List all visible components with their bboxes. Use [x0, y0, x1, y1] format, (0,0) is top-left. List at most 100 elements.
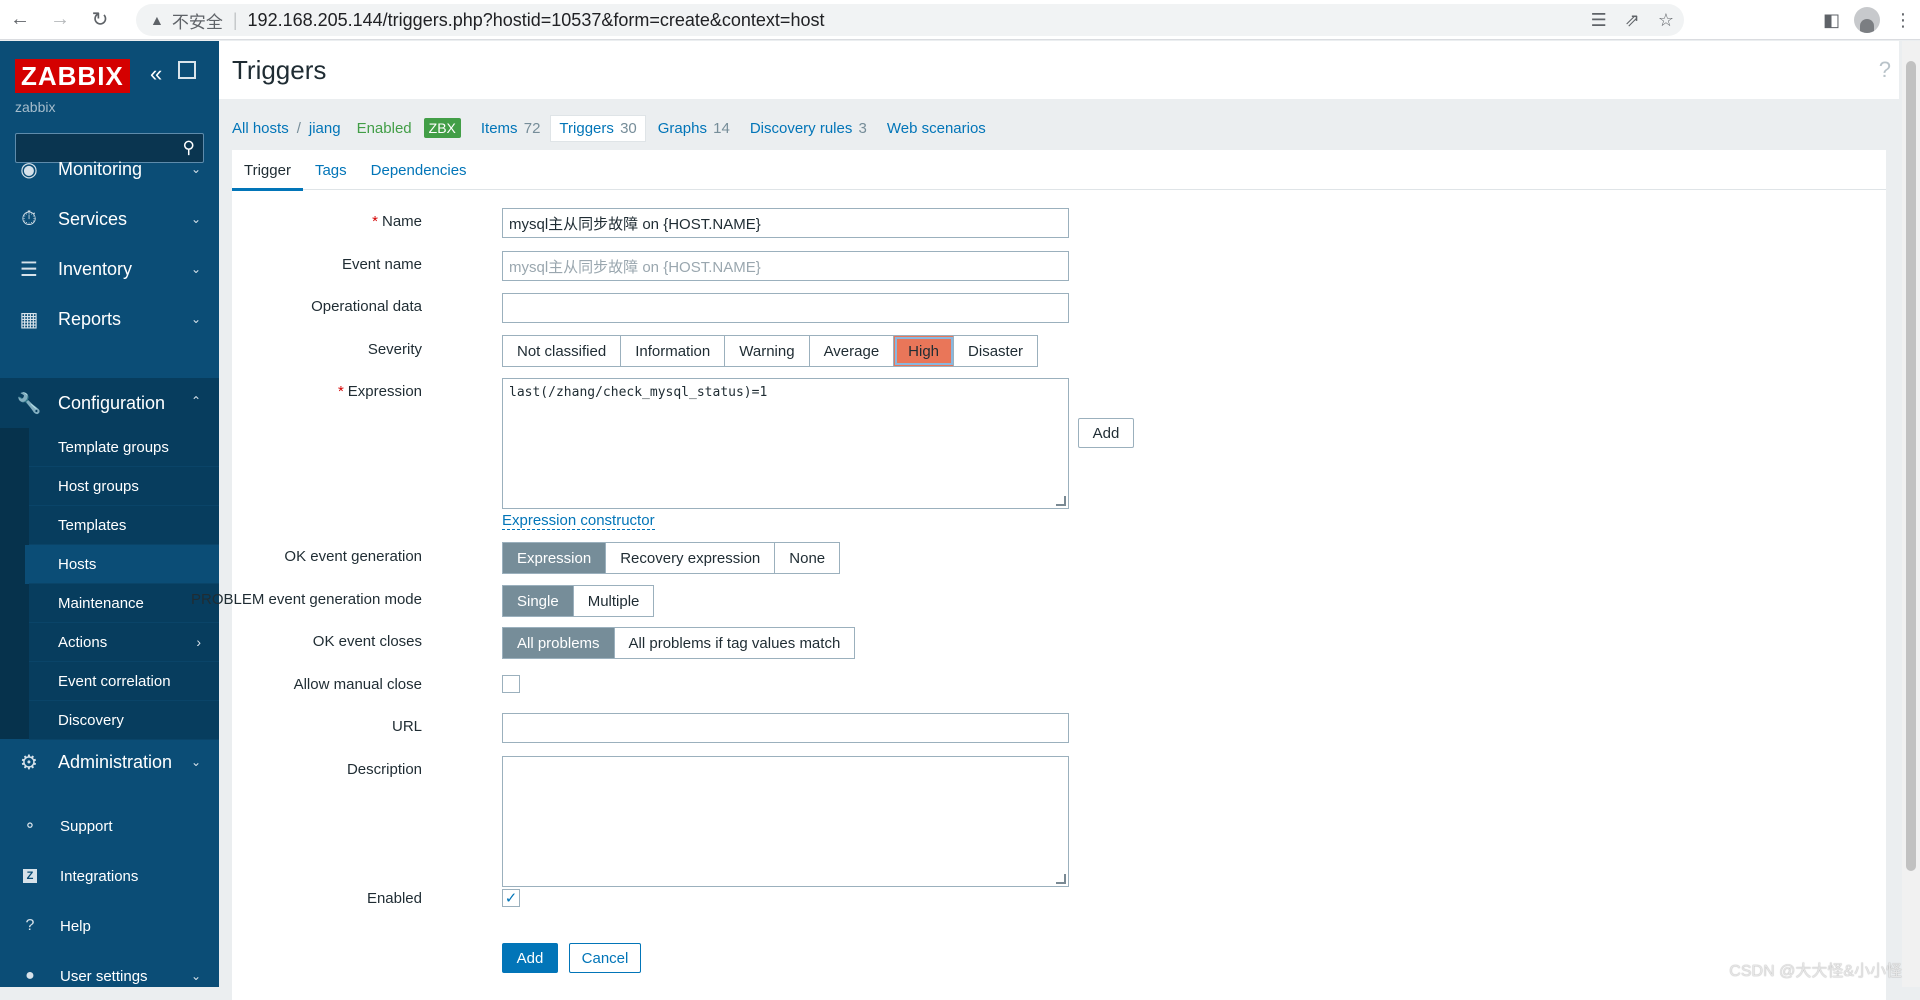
menu-administration[interactable]: ⚙ Administration ⌄	[0, 737, 219, 787]
eye-icon: ◉	[16, 157, 42, 182]
url-input[interactable]	[502, 713, 1069, 743]
host-status[interactable]: Enabled	[357, 120, 412, 137]
footer-support[interactable]: ⚬ Support	[0, 806, 219, 846]
problem-mode-single[interactable]: Single	[503, 586, 574, 616]
back-icon[interactable]: ←	[0, 0, 40, 40]
url-text[interactable]: 192.168.205.144/triggers.php?hostid=1053…	[248, 10, 825, 31]
submenu-label: Actions	[58, 634, 107, 651]
scrollbar-thumb[interactable]	[1906, 61, 1916, 871]
submenu-hosts[interactable]: Hosts	[29, 545, 219, 584]
zabbix-logo[interactable]: ZABBIX	[15, 59, 130, 93]
severity-average[interactable]: Average	[810, 336, 895, 366]
footer-integrations[interactable]: Z Integrations	[0, 856, 219, 896]
severity-label: Severity	[368, 341, 422, 358]
submenu-templates[interactable]: Templates	[29, 506, 219, 545]
host-tab-graphs[interactable]: Graphs 14	[658, 120, 730, 137]
breadcrumb-host[interactable]: jiang	[309, 120, 341, 137]
cancel-button[interactable]: Cancel	[569, 943, 641, 973]
event-name-input[interactable]: mysql主从同步故障 on {HOST.NAME}	[502, 251, 1069, 281]
submenu-event-correlation[interactable]: Event correlation	[29, 662, 219, 701]
tab-count: 72	[524, 120, 541, 137]
chevron-down-icon: ⌄	[191, 212, 201, 226]
tab-tags[interactable]: Tags	[303, 150, 359, 190]
trigger-form: Trigger Tags Dependencies *Name mysql主从同…	[232, 150, 1886, 1000]
menu-inventory[interactable]: ☰ Inventory ⌄	[0, 244, 219, 294]
footer-user-settings[interactable]: ● User settings ⌄	[0, 956, 219, 996]
enabled-checkbox[interactable]: ✓	[502, 889, 520, 907]
address-bar[interactable]: ▲ 不安全 | 192.168.205.144/triggers.php?hos…	[136, 4, 1684, 36]
add-trigger-button[interactable]: Add	[502, 943, 558, 973]
ok-event-expression[interactable]: Expression	[503, 543, 606, 573]
closes-if-tag-match[interactable]: All problems if tag values match	[615, 628, 855, 658]
chevron-down-icon: ⌄	[191, 262, 201, 276]
label-text: Expression	[348, 383, 422, 400]
chevron-right-icon: ›	[196, 634, 201, 650]
submenu-template-groups[interactable]: Template groups	[29, 428, 219, 467]
severity-warning[interactable]: Warning	[725, 336, 809, 366]
host-navigation: All hosts / jiang Enabled ZBX Items 72 T…	[232, 114, 1006, 142]
kiosk-mode-icon[interactable]	[178, 61, 196, 79]
name-label: *Name	[372, 213, 422, 230]
severity-information[interactable]: Information	[621, 336, 725, 366]
divider: |	[233, 10, 238, 31]
tab-label: Items	[481, 120, 518, 137]
description-label: Description	[347, 761, 422, 778]
menu-kebab-icon[interactable]: ⋮	[1894, 10, 1912, 31]
severity-high[interactable]: High	[894, 336, 954, 366]
menu-configuration[interactable]: 🔧 Configuration ⌃	[0, 378, 219, 428]
tab-label: Graphs	[658, 120, 707, 137]
submenu-actions[interactable]: Actions ›	[29, 623, 219, 662]
breadcrumb-all-hosts[interactable]: All hosts	[232, 120, 289, 137]
expression-constructor-link[interactable]: Expression constructor	[502, 512, 655, 530]
allow-manual-close-label: Allow manual close	[294, 676, 422, 693]
description-textarea[interactable]	[502, 756, 1069, 887]
bookmark-star-icon[interactable]: ☆	[1658, 10, 1674, 31]
host-tab-discovery-rules[interactable]: Discovery rules 3	[750, 120, 867, 137]
tab-dependencies[interactable]: Dependencies	[359, 150, 479, 190]
add-expression-button[interactable]: Add	[1078, 418, 1134, 448]
menu-label: Inventory	[58, 259, 132, 280]
url-label: URL	[392, 718, 422, 735]
resize-grip-icon[interactable]	[1056, 496, 1066, 506]
severity-disaster[interactable]: Disaster	[954, 336, 1037, 366]
operational-data-input[interactable]	[502, 293, 1069, 323]
event-name-label: Event name	[342, 256, 422, 273]
translate-icon[interactable]: ☰	[1591, 10, 1607, 31]
severity-not-classified[interactable]: Not classified	[503, 336, 621, 366]
closes-all-problems[interactable]: All problems	[503, 628, 615, 658]
forward-icon[interactable]: →	[40, 0, 80, 40]
allow-manual-close-checkbox[interactable]	[502, 675, 520, 693]
expression-textarea[interactable]: last(/zhang/check_mysql_status)=1	[502, 378, 1069, 509]
submenu-discovery[interactable]: Discovery	[29, 701, 219, 740]
problem-mode-multiple[interactable]: Multiple	[574, 586, 654, 616]
ok-event-recovery-expression[interactable]: Recovery expression	[606, 543, 775, 573]
help-icon[interactable]: ?	[1879, 57, 1891, 83]
page-scrollbar[interactable]	[1902, 41, 1920, 987]
footer-help[interactable]: ? Help	[0, 906, 219, 946]
name-input[interactable]: mysql主从同步故障 on {HOST.NAME}	[502, 208, 1069, 238]
host-tab-triggers[interactable]: Triggers 30	[550, 115, 645, 142]
tab-label: Triggers	[559, 120, 613, 137]
tab-trigger[interactable]: Trigger	[232, 150, 303, 190]
warning-icon: ▲	[150, 12, 164, 28]
menu-label: Configuration	[58, 393, 165, 414]
host-tab-web-scenarios[interactable]: Web scenarios	[887, 120, 986, 137]
ok-event-none[interactable]: None	[775, 543, 839, 573]
menu-monitoring[interactable]: ◉ Monitoring ⌄	[0, 144, 219, 194]
footer-label: Help	[60, 918, 91, 935]
side-panel-icon[interactable]: ◧	[1823, 10, 1840, 31]
zbx-availability-badge: ZBX	[424, 118, 461, 138]
chevron-down-icon: ⌄	[191, 969, 201, 983]
profile-avatar-icon[interactable]	[1854, 7, 1880, 33]
watermark: CSDN @大大怪&小小怪	[1729, 957, 1902, 981]
sidebar: ZABBIX « zabbix ⚲ ◉ Monitoring ⌄ ⏱ Servi…	[0, 41, 219, 987]
browser-toolbar: ← → ↻ ▲ 不安全 | 192.168.205.144/triggers.p…	[0, 0, 1920, 40]
resize-grip-icon[interactable]	[1056, 874, 1066, 884]
share-icon[interactable]: ⇗	[1625, 10, 1640, 31]
reload-icon[interactable]: ↻	[80, 0, 120, 40]
host-tab-items[interactable]: Items 72	[481, 120, 541, 137]
menu-services[interactable]: ⏱ Services ⌄	[0, 194, 219, 244]
menu-reports[interactable]: ▦ Reports ⌄	[0, 294, 219, 344]
submenu-host-groups[interactable]: Host groups	[29, 467, 219, 506]
collapse-sidebar-icon[interactable]: «	[150, 61, 162, 87]
